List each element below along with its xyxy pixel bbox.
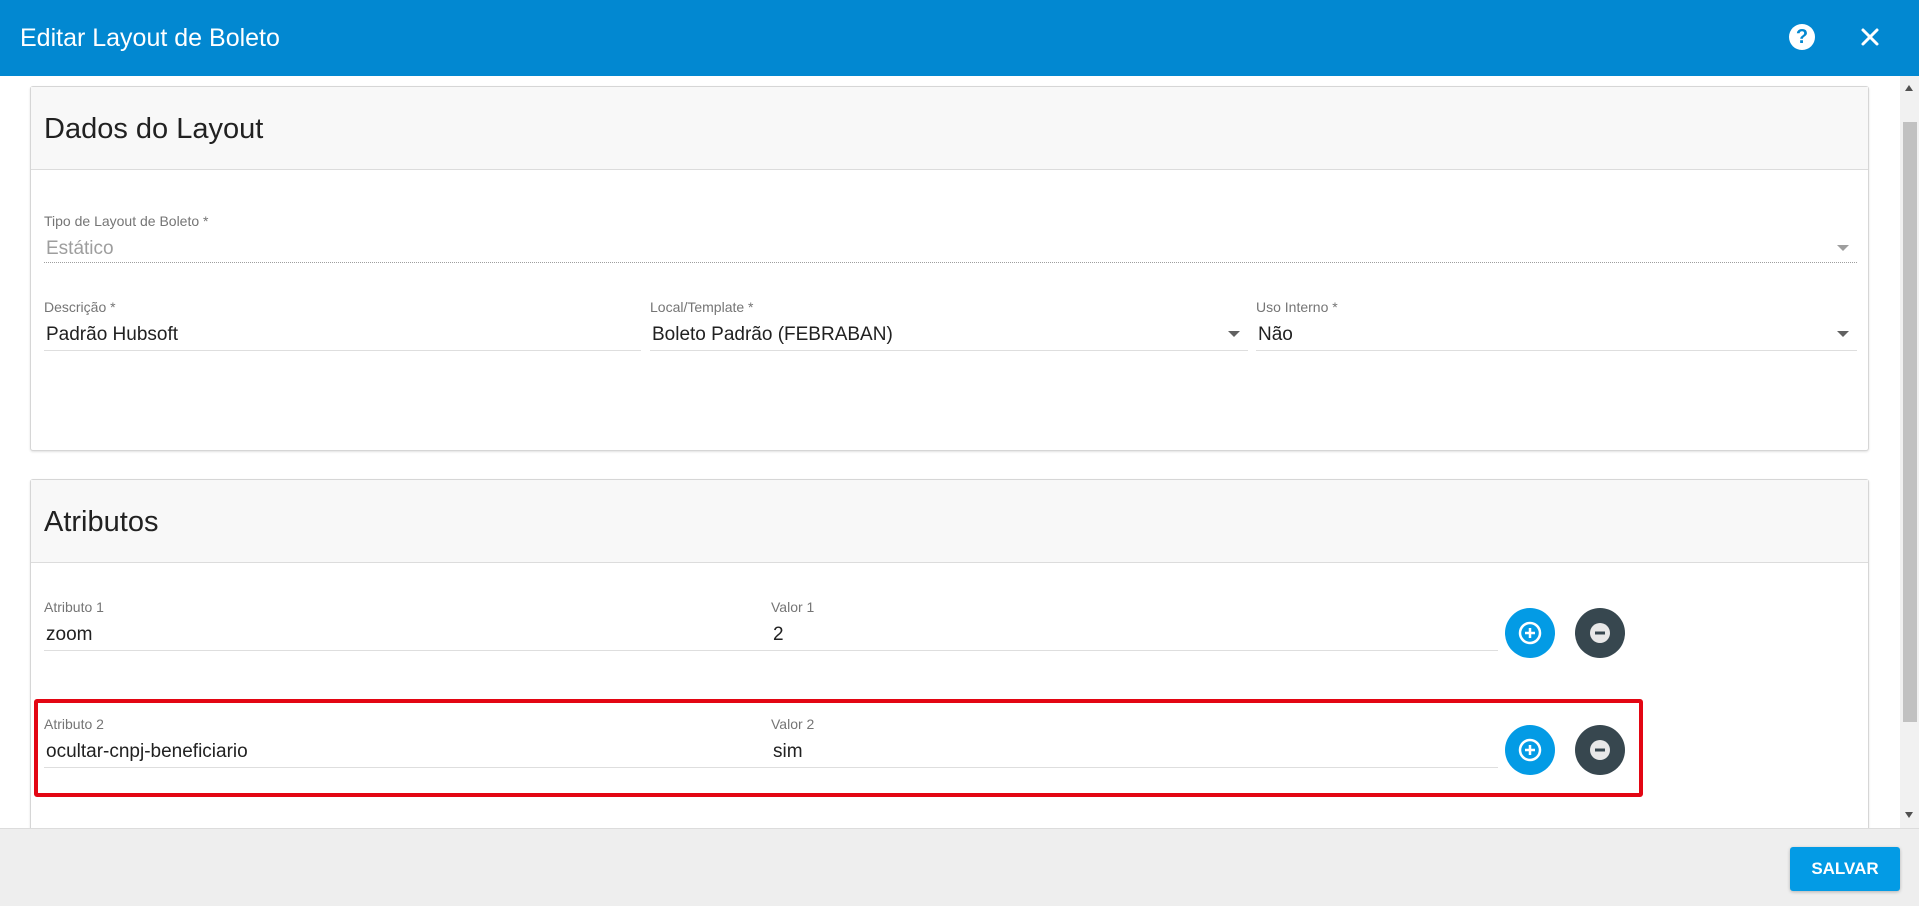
descricao-label: Descrição * [44,299,116,315]
uso-interno-value: Não [1258,324,1293,345]
add-atributo-button[interactable] [1505,725,1555,775]
atributos-card: Atributos Atributo 1 zoom Valor 1 2 Atri… [30,479,1869,828]
dialog-header: Editar Layout de Boleto ? [0,0,1919,76]
descricao-value: Padrão Hubsoft [46,324,179,345]
atributo-2-value: ocultar-cnpj-beneficiario [46,741,248,762]
tipo-layout-select[interactable]: Tipo de Layout de Boleto * Estático [44,213,1857,263]
uso-interno-label: Uso Interno * [1256,299,1338,315]
atributo-1-input[interactable]: Atributo 1 zoom [44,599,771,651]
local-template-value: Boleto Padrão (FEBRABAN) [652,324,893,345]
local-template-label: Local/Template * [650,299,754,315]
plus-circle-icon [1518,621,1542,645]
field-underline [771,650,1498,651]
atributos-title: Atributos [44,506,159,538]
tipo-layout-value: Estático [46,238,114,259]
dados-layout-card: Dados do Layout Tipo de Layout de Boleto… [30,86,1869,451]
chevron-down-icon [1228,331,1240,337]
field-underline [771,767,1498,768]
field-underline [44,650,771,651]
valor-2-input[interactable]: Valor 2 sim [771,716,1498,768]
close-icon[interactable] [1855,22,1885,52]
uso-interno-select[interactable]: Uso Interno * Não [1256,299,1857,351]
dialog-content: Dados do Layout Tipo de Layout de Boleto… [0,76,1900,828]
remove-atributo-button[interactable] [1575,608,1625,658]
help-icon[interactable]: ? [1789,24,1815,50]
add-atributo-button[interactable] [1505,608,1555,658]
dados-layout-header: Dados do Layout [31,87,1868,170]
atributo-2-label: Atributo 2 [44,716,104,732]
dados-layout-title: Dados do Layout [44,113,264,145]
tipo-layout-label: Tipo de Layout de Boleto * [44,213,209,229]
local-template-select[interactable]: Local/Template * Boleto Padrão (FEBRABAN… [650,299,1248,351]
valor-1-input[interactable]: Valor 1 2 [771,599,1498,651]
valor-2-label: Valor 2 [771,716,815,732]
dialog-footer: SALVAR [0,828,1919,906]
dialog-title: Editar Layout de Boleto [20,24,280,52]
field-underline [1256,350,1857,351]
field-underline [44,350,641,351]
minus-circle-icon [1590,623,1610,643]
minus-circle-icon [1590,740,1610,760]
atributo-1-value: zoom [46,624,93,645]
valor-1-label: Valor 1 [771,599,815,615]
chevron-down-icon [1837,331,1849,337]
field-underline [44,767,771,768]
remove-atributo-button[interactable] [1575,725,1625,775]
atributo-1-label: Atributo 1 [44,599,104,615]
plus-circle-icon [1518,738,1542,762]
save-button[interactable]: SALVAR [1790,847,1900,891]
scroll-down-icon[interactable] [1905,812,1913,818]
chevron-down-icon [1837,245,1849,251]
scrollbar-thumb[interactable] [1903,122,1917,722]
scroll-up-icon[interactable] [1905,85,1913,91]
descricao-input[interactable]: Descrição * Padrão Hubsoft [44,299,641,351]
atributo-2-input[interactable]: Atributo 2 ocultar-cnpj-beneficiario [44,716,771,768]
valor-1-value: 2 [773,624,784,645]
field-underline [44,262,1857,263]
atributos-header: Atributos [31,480,1868,563]
vertical-scrollbar[interactable] [1900,76,1919,828]
field-underline [650,350,1248,351]
valor-2-value: sim [773,741,803,762]
